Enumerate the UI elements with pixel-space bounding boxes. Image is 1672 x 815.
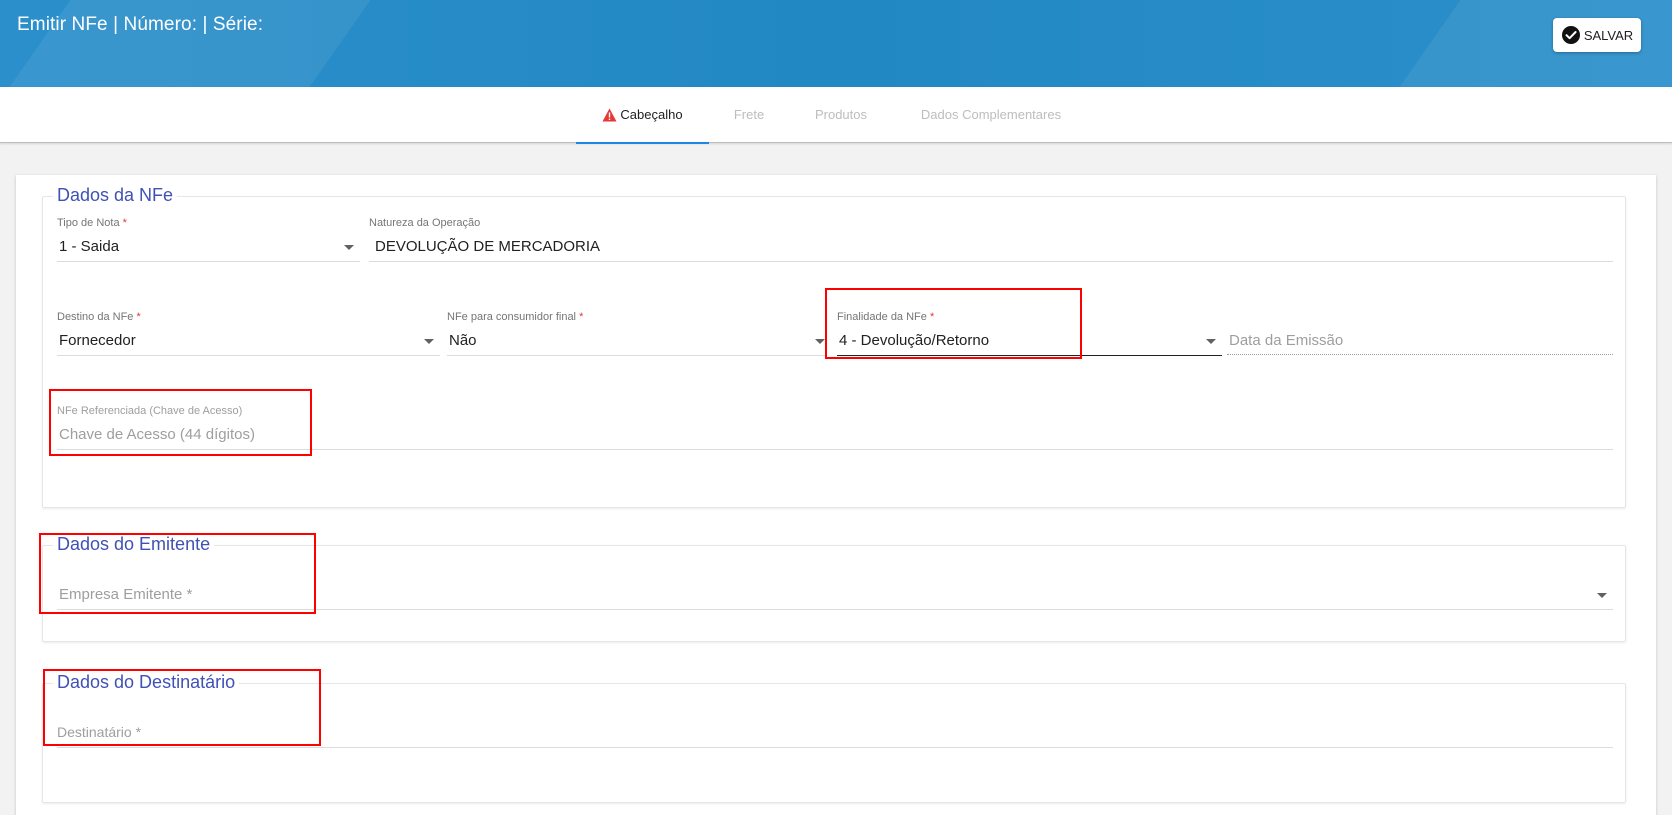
tipo-nota-label: Tipo de Nota * [57, 217, 127, 229]
section-legend: Dados da NFe [53, 185, 178, 206]
main-card: Dados da NFe Tipo de Nota * 1 - Saida Na… [16, 175, 1656, 815]
finalidade-nfe-label: Finalidade da NFe * [837, 311, 934, 323]
check-circle-icon [1561, 25, 1581, 45]
app-header: Emitir NFe | Número: | Série: SALVAR [0, 0, 1672, 87]
chevron-down-icon [344, 245, 354, 250]
consumidor-final-label: NFe para consumidor final * [447, 311, 583, 323]
tab-frete[interactable]: Frete [718, 87, 780, 142]
tab-cabecalho-label: Cabeçalho [620, 107, 683, 122]
field-underline [837, 355, 1222, 356]
field-underline [1227, 354, 1613, 355]
finalidade-nfe-select[interactable]: Finalidade da NFe * 4 - Devolução/Retorn… [837, 311, 1222, 356]
data-emissao-placeholder: Data da Emissão [1229, 332, 1344, 349]
save-button-label: SALVAR [1583, 27, 1634, 43]
warning-icon [602, 108, 617, 122]
chevron-down-icon [1206, 339, 1216, 344]
consumidor-final-select[interactable]: NFe para consumidor final * Não [447, 311, 827, 356]
destino-nfe-label: Destino da NFe * [57, 311, 141, 323]
empresa-emitente-select[interactable]: Empresa Emitente * [57, 574, 1613, 610]
natureza-operacao-input[interactable]: Natureza da Operação DEVOLUÇÃO DE MERCAD… [369, 217, 1613, 262]
chevron-down-icon [815, 339, 825, 344]
tipo-nota-label-text: Tipo de Nota [57, 217, 120, 229]
consumidor-final-label-text: NFe para consumidor final [447, 311, 577, 323]
required-mark: * [929, 311, 935, 323]
finalidade-nfe-label-text: Finalidade da NFe [837, 311, 927, 323]
tab-dados-complementares[interactable]: Dados Complementares [906, 87, 1076, 142]
field-underline [57, 261, 360, 262]
field-underline [57, 449, 1613, 450]
tab-cabecalho[interactable]: Cabeçalho [576, 87, 709, 144]
nfe-referenciada-input[interactable]: NFe Referenciada (Chave de Acesso) Chave… [57, 405, 1613, 450]
tipo-nota-select[interactable]: Tipo de Nota * 1 - Saida [57, 217, 360, 262]
section-dados-emitente: Dados do Emitente Empresa Emitente * [42, 534, 1626, 642]
natureza-operacao-value: DEVOLUÇÃO DE MERCADORIA [375, 238, 601, 255]
page-title: Emitir NFe | Número: | Série: [17, 14, 264, 35]
required-mark: * [122, 217, 127, 229]
required-mark: * [136, 311, 141, 323]
section-legend: Dados do Emitente [53, 534, 215, 555]
consumidor-final-value: Não [449, 332, 477, 349]
nfe-referenciada-label: NFe Referenciada (Chave de Acesso) [57, 405, 243, 417]
field-underline [57, 609, 1613, 610]
destino-nfe-select[interactable]: Destino da NFe * Fornecedor [57, 311, 440, 356]
tab-dados-complementares-label: Dados Complementares [920, 107, 1062, 122]
field-underline [447, 355, 827, 356]
field-underline [57, 747, 1613, 748]
required-mark: * [579, 311, 584, 323]
tabs-bar: Cabeçalho Frete Produtos Dados Complemen… [0, 87, 1672, 144]
tab-produtos[interactable]: Produtos [800, 87, 882, 142]
tab-produtos-label: Produtos [814, 107, 868, 122]
tipo-nota-value: 1 - Saida [59, 238, 120, 255]
destinatario-input[interactable]: Destinatário * [57, 712, 1613, 748]
data-emissao-input[interactable]: Data da Emissão [1227, 311, 1613, 356]
nfe-referenciada-placeholder: Chave de Acesso (44 dígitos) [59, 426, 255, 443]
section-dados-destinatario: Dados do Destinatário Destinatário * [42, 672, 1626, 803]
finalidade-nfe-value: 4 - Devolução/Retorno [839, 332, 990, 349]
empresa-emitente-placeholder: Empresa Emitente * [59, 586, 193, 603]
chevron-down-icon [424, 339, 434, 344]
field-underline [369, 261, 1613, 262]
tab-frete-label: Frete [733, 107, 765, 122]
section-dados-nfe: Dados da NFe Tipo de Nota * 1 - Saida Na… [42, 185, 1626, 508]
destino-nfe-label-text: Destino da NFe [57, 311, 134, 323]
chevron-down-icon [1597, 593, 1607, 598]
section-legend: Dados do Destinatário [53, 672, 240, 693]
destino-nfe-value: Fornecedor [59, 332, 136, 349]
natureza-operacao-label: Natureza da Operação [369, 217, 481, 229]
field-underline [57, 355, 440, 356]
destinatario-placeholder: Destinatário * [57, 724, 142, 740]
save-button[interactable]: SALVAR [1553, 18, 1641, 52]
